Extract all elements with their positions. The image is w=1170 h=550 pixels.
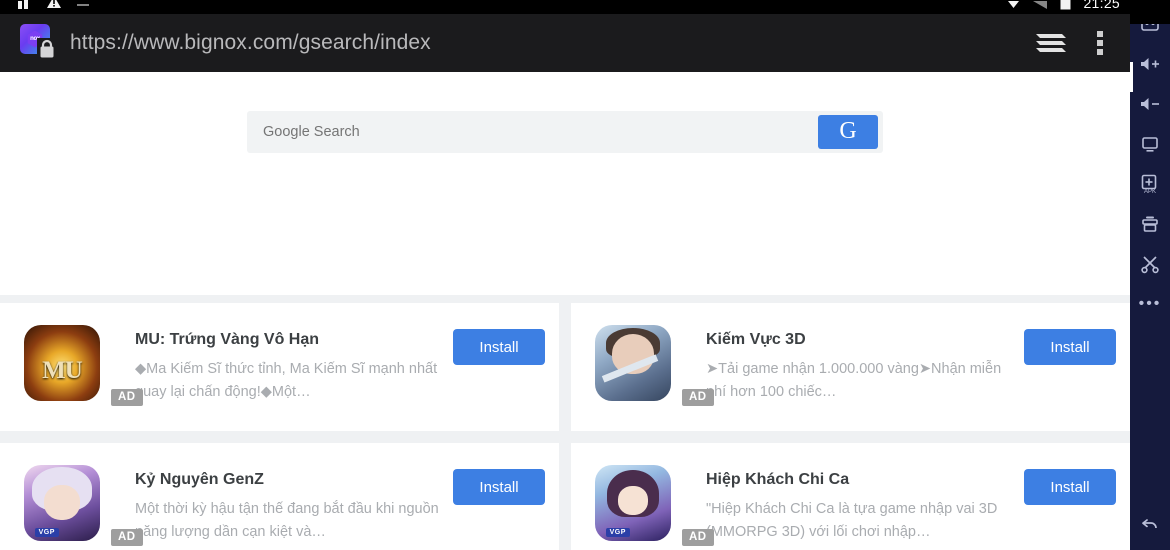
ad-text-group: Kiếm Vực 3D ➤Tải game nhận 1.000.000 vàn… <box>685 331 1024 402</box>
ads-grid: MU AD MU: Trứng Vàng Vô Hạn ◆Ma Kiếm Sĩ … <box>0 303 1130 550</box>
sidebar-item-scissors[interactable] <box>1130 244 1170 284</box>
ad-text-group: Hiệp Khách Chi Ca "Hiệp Khách Chi Ca là … <box>685 471 1024 542</box>
screen-root: 21:25 nox https://www.bignox.com/gsearch… <box>0 0 1170 550</box>
install-button[interactable]: Install <box>1024 469 1116 505</box>
search-input[interactable] <box>247 124 818 140</box>
app-icon: VGP <box>24 465 100 541</box>
scissors-icon <box>1141 256 1159 274</box>
ad-description: ◆Ma Kiếm Sĩ thức tỉnh, Ma Kiếm Sĩ mạnh n… <box>135 361 438 400</box>
wifi-icon <box>1033 0 1048 9</box>
sidebar-top-filler <box>1130 0 1170 24</box>
ad-title: MU: Trứng Vàng Vô Hạn <box>135 331 320 349</box>
app-icon-art-label: MU <box>42 356 83 384</box>
app-icon: MU <box>24 325 100 401</box>
ad-title: Hiệp Khách Chi Ca <box>706 471 850 489</box>
overflow-menu-icon[interactable] <box>1096 28 1104 58</box>
fullscreen-icon <box>1142 137 1158 152</box>
browser-toolbar-actions <box>1034 28 1130 58</box>
warning-triangle-icon <box>47 0 61 8</box>
google-search-button[interactable]: G <box>818 115 878 149</box>
sidebar-item-fullscreen[interactable] <box>1130 124 1170 164</box>
status-bar-right-icons: 21:25 <box>1007 0 1120 11</box>
install-button[interactable]: Install <box>453 329 545 365</box>
site-favicon-group: nox <box>18 23 58 63</box>
publisher-tag: VGP <box>34 528 59 538</box>
ad-icon-group: VGP AD <box>24 465 143 549</box>
dropdown-caret-icon <box>1008 0 1020 8</box>
volume-down-icon <box>1141 98 1159 110</box>
sidebar-item-multi-instance[interactable] <box>1130 204 1170 244</box>
sidebar-item-back[interactable] <box>1130 504 1170 544</box>
ad-badge: AD <box>111 388 143 406</box>
sidebar-item-volume-down[interactable] <box>1130 84 1170 124</box>
ad-card[interactable]: VGP AD Hiệp Khách Chi Ca "Hiệp Khách Chi… <box>571 443 1130 550</box>
back-arrow-icon <box>1142 519 1157 529</box>
nox-sidebar: APK ••• <box>1130 0 1170 550</box>
ad-title: Kiếm Vực 3D <box>706 331 806 349</box>
ad-badge: AD <box>111 528 143 546</box>
ad-badge: AD <box>682 528 714 546</box>
ad-text-group: Kỷ Nguyên GenZ Một thời kỳ hậu tận thế đ… <box>114 471 453 542</box>
sidebar-item-more[interactable]: ••• <box>1130 284 1170 324</box>
battery-icon <box>1060 0 1071 10</box>
install-button[interactable]: Install <box>453 469 545 505</box>
ad-card[interactable]: MU AD MU: Trứng Vàng Vô Hạn ◆Ma Kiếm Sĩ … <box>0 303 559 431</box>
ad-icon-group: AD <box>595 325 714 409</box>
ad-title: Kỷ Nguyên GenZ <box>135 471 264 489</box>
app-icon: VGP <box>595 465 671 541</box>
install-button[interactable]: Install <box>1024 329 1116 365</box>
browser-toolbar: nox https://www.bignox.com/gsearch/index <box>0 14 1130 72</box>
svg-text:APK: APK <box>1144 189 1156 195</box>
signal-bars-icon <box>18 0 28 9</box>
ad-description: ➤Tải game nhận 1.000.000 vàng➤Nhận miễn … <box>706 361 1002 400</box>
multi-instance-icon <box>1142 216 1158 232</box>
ad-card[interactable]: VGP AD Kỷ Nguyên GenZ Một thời kỳ hậu tậ… <box>0 443 559 550</box>
ad-text-group: MU: Trứng Vàng Vô Hạn ◆Ma Kiếm Sĩ thức t… <box>114 331 453 402</box>
ad-icon-group: MU AD <box>24 325 143 409</box>
more-options-icon: ••• <box>1138 295 1162 312</box>
search-section: G <box>0 72 1130 295</box>
publisher-tag: VGP <box>605 528 630 538</box>
sidebar-active-edge <box>1130 62 1133 92</box>
search-bar[interactable]: G <box>247 111 883 153</box>
app-icon <box>595 325 671 401</box>
ad-badge: AD <box>682 388 714 406</box>
tab-stack-icon[interactable] <box>1034 28 1068 58</box>
status-bar-left-icons <box>18 0 90 9</box>
android-status-bar: 21:25 <box>0 0 1130 14</box>
ad-icon-group: VGP AD <box>595 465 714 549</box>
volume-up-icon <box>1141 58 1159 70</box>
ad-description: Một thời kỳ hậu tận thế đang bắt đầu khi… <box>135 501 439 540</box>
ad-description: "Hiệp Khách Chi Ca là tựa game nhập vai … <box>706 501 998 540</box>
ad-card[interactable]: AD Kiếm Vực 3D ➤Tải game nhận 1.000.000 … <box>571 303 1130 431</box>
android-device-screen: 21:25 nox https://www.bignox.com/gsearch… <box>0 0 1130 550</box>
sidebar-item-install-apk[interactable]: APK <box>1130 164 1170 204</box>
web-page-content: G MU AD MU: Trứng Và <box>0 72 1130 550</box>
lock-icon <box>37 38 57 60</box>
google-g-icon: G <box>839 118 857 144</box>
install-apk-icon: APK <box>1141 174 1157 195</box>
minus-icon <box>77 4 89 6</box>
ads-section: MU AD MU: Trứng Vàng Vô Hạn ◆Ma Kiếm Sĩ … <box>0 295 1130 550</box>
address-bar-url[interactable]: https://www.bignox.com/gsearch/index <box>70 31 431 55</box>
sidebar-item-volume-up[interactable] <box>1130 44 1170 84</box>
status-bar-clock: 21:25 <box>1083 0 1120 11</box>
